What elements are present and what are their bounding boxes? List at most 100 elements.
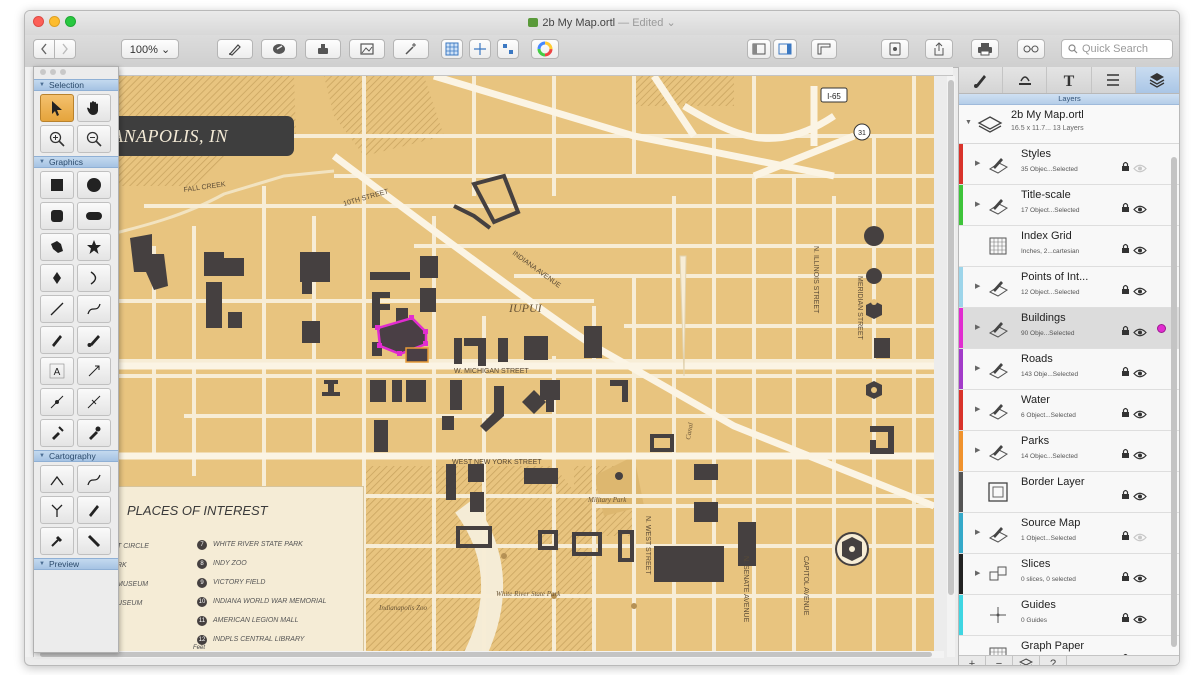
lock-icon[interactable] (1121, 610, 1130, 628)
scale-bar-tool[interactable] (40, 527, 74, 555)
eye-icon[interactable] (1133, 406, 1147, 424)
eyedropper-tool[interactable] (77, 419, 111, 447)
right-panel-toggle[interactable] (773, 39, 797, 59)
zoom-out-tool[interactable] (77, 125, 111, 153)
disclosure-right-icon[interactable]: ▶ (975, 528, 980, 536)
lock-icon[interactable] (1121, 282, 1130, 300)
diamond-tool[interactable] (40, 264, 74, 292)
disclosure-right-icon[interactable]: ▶ (975, 323, 980, 331)
eye-icon[interactable] (1133, 365, 1147, 383)
eye-icon[interactable] (1133, 324, 1147, 342)
eye-icon[interactable] (1133, 488, 1147, 506)
lock-icon[interactable] (1121, 364, 1130, 382)
eye-icon[interactable] (1133, 283, 1147, 301)
tab-list[interactable] (1092, 67, 1136, 93)
lock-icon[interactable] (1121, 528, 1130, 546)
eye-icon[interactable] (1133, 570, 1147, 588)
disclosure-right-icon[interactable]: ▶ (975, 200, 980, 208)
layer-row-title-scale[interactable]: ▶ Title-scale 17 Object...Selected (959, 185, 1179, 226)
eye-icon[interactable] (1133, 201, 1147, 219)
rulers-toggle[interactable] (811, 39, 837, 59)
curve-tool[interactable] (77, 295, 111, 323)
ellipse-tool[interactable] (77, 171, 111, 199)
lock-icon[interactable] (1121, 323, 1130, 341)
left-panel-toggle[interactable] (747, 39, 771, 59)
node-tool[interactable] (77, 388, 111, 416)
zoom-in-tool[interactable] (40, 125, 74, 153)
layer-row-border-layer[interactable]: Border Layer (959, 472, 1179, 513)
pan-tool[interactable] (77, 94, 111, 122)
pen-tool-button[interactable] (217, 39, 253, 59)
eye-icon[interactable] (1133, 529, 1147, 547)
road-tool[interactable] (40, 465, 74, 493)
inspect-button[interactable] (881, 39, 909, 59)
river-tool[interactable] (77, 465, 111, 493)
back-button[interactable] (33, 39, 55, 59)
layer-row-guides[interactable]: Guides 0 Guides (959, 595, 1179, 636)
select-tool[interactable] (40, 94, 74, 122)
layer-row-index-grid[interactable]: Index Grid Inches, 2...cartesian (959, 226, 1179, 267)
brush-tool[interactable] (77, 326, 111, 354)
layer-row-source-map[interactable]: ▶ Source Map 1 Object...Selected (959, 513, 1179, 554)
rectangle-tool[interactable] (40, 171, 74, 199)
stamp-button[interactable] (305, 39, 341, 59)
layer-row-water[interactable]: ▶ Water 6 Object...Selected (959, 390, 1179, 431)
layer-options-button[interactable] (1013, 656, 1040, 665)
print-button[interactable] (971, 39, 999, 59)
horizontal-scrollbar[interactable] (34, 651, 944, 658)
document-row[interactable]: ▼ 2b My Map.ortl 16.5 x 11.7... 13 Layer… (959, 105, 1179, 144)
grid-toggle-button[interactable] (441, 39, 463, 59)
lock-icon[interactable] (1121, 200, 1130, 218)
palette-section-selection[interactable]: ▼ Selection (34, 79, 118, 91)
layer-row-slices[interactable]: ▶ Slices 0 slices, 0 selected (959, 554, 1179, 595)
palette-section-graphics[interactable]: ▼ Graphics (34, 156, 118, 168)
measure-tool[interactable] (77, 527, 111, 555)
view-button[interactable] (1017, 39, 1045, 59)
pill-tool[interactable] (77, 202, 111, 230)
top-ruler[interactable] (33, 67, 953, 76)
line-tool[interactable] (40, 295, 74, 323)
lock-icon[interactable] (1121, 241, 1130, 259)
disclosure-right-icon[interactable]: ▶ (975, 405, 980, 413)
tab-layers[interactable] (1135, 67, 1179, 93)
color-button[interactable] (531, 39, 559, 59)
text-tool[interactable]: A (40, 357, 74, 385)
disclosure-right-icon[interactable]: ▶ (975, 446, 980, 454)
lock-icon[interactable] (1121, 159, 1130, 177)
palette-titlebar[interactable] (34, 67, 118, 79)
lock-icon[interactable] (1121, 569, 1130, 587)
pencil-tool[interactable] (40, 326, 74, 354)
layer-row-roads[interactable]: ▶ Roads 143 Obje...Selected (959, 349, 1179, 390)
layer-list-scrollbar[interactable] (1171, 157, 1177, 647)
tool-palette[interactable]: ▼ Selection ▼ Graphics A ▼ Cartography ▼… (33, 66, 119, 653)
junction-tool[interactable] (40, 496, 74, 524)
layer-row-buildings[interactable]: ▶ Buildings 90 Obje...Selected (959, 308, 1179, 349)
zoom-select[interactable]: 100% ⌄ (121, 39, 179, 59)
guides-toggle-button[interactable] (469, 39, 491, 59)
selection-indicator[interactable] (1157, 324, 1166, 333)
lock-icon[interactable] (1121, 405, 1130, 423)
eye-icon[interactable] (1133, 242, 1147, 260)
arc-tool[interactable] (77, 264, 111, 292)
shape-tool[interactable] (40, 233, 74, 261)
layer-row-points-of-int[interactable]: ▶ Points of Int... 12 Object...Selected (959, 267, 1179, 308)
star-tool[interactable] (77, 233, 111, 261)
share-button[interactable] (925, 39, 953, 59)
search-input[interactable]: Quick Search (1061, 39, 1173, 59)
lock-icon[interactable] (1121, 446, 1130, 464)
disclosure-right-icon[interactable]: ▶ (975, 364, 980, 372)
eye-icon[interactable] (1133, 160, 1147, 178)
fill-tool[interactable] (40, 419, 74, 447)
marker-tool[interactable] (77, 496, 111, 524)
disclosure-right-icon[interactable]: ▶ (975, 159, 980, 167)
layer-row-parks[interactable]: ▶ Parks 14 Objec...Selected (959, 431, 1179, 472)
add-layer-button[interactable]: + (959, 656, 986, 665)
disclosure-right-icon[interactable]: ▶ (975, 569, 980, 577)
vertical-scroll-thumb[interactable] (948, 80, 954, 595)
eye-icon[interactable] (1133, 447, 1147, 465)
image-button[interactable] (349, 39, 385, 59)
rounded-rect-tool[interactable] (40, 202, 74, 230)
palette-section-preview[interactable]: ▼ Preview (34, 558, 118, 570)
palette-section-cartography[interactable]: ▼ Cartography (34, 450, 118, 462)
layer-row-styles[interactable]: ▶ Styles 35 Objec...Selected (959, 144, 1179, 185)
